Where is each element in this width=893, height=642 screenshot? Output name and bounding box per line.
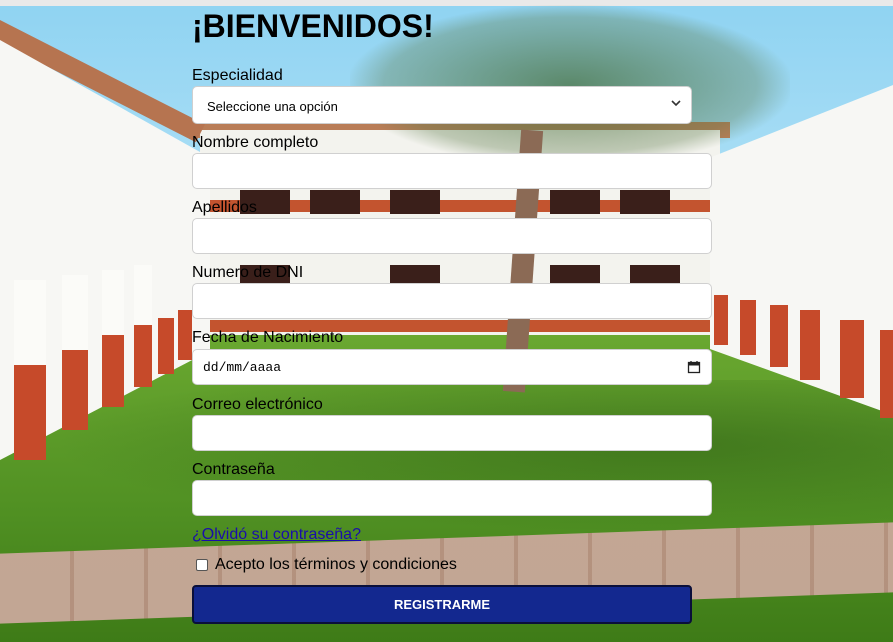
contrasena-label: Contraseña [192, 461, 275, 478]
contrasena-input[interactable] [192, 480, 712, 516]
especialidad-select[interactable]: Seleccione una opción [192, 86, 692, 124]
chevron-down-icon [671, 100, 681, 107]
apellidos-label: Apellidos [192, 199, 257, 216]
correo-input[interactable] [192, 415, 712, 451]
fecha-label: Fecha de Nacimiento [192, 329, 344, 346]
calendar-icon[interactable] [687, 360, 701, 374]
register-button[interactable]: REGISTRARME [192, 585, 692, 624]
tree-shadow [0, 380, 893, 540]
dni-input[interactable] [192, 283, 712, 319]
apellidos-input[interactable] [192, 218, 712, 254]
terms-checkbox[interactable] [196, 559, 208, 571]
especialidad-selected-value: Seleccione una opción [207, 99, 338, 114]
dni-label: Numero de DNI [192, 264, 304, 281]
fecha-nacimiento-input[interactable]: dd/mm/aaaa [192, 349, 712, 385]
forgot-password-link[interactable]: ¿Olvidó su contraseña? [192, 526, 361, 544]
nombre-input[interactable] [192, 153, 712, 189]
nombre-label: Nombre completo [192, 134, 319, 151]
especialidad-label: Especialidad [192, 67, 283, 84]
page-title: ¡BIENVENIDOS! [192, 8, 434, 44]
date-placeholder: dd/mm/aaaa [203, 360, 282, 375]
correo-label: Correo electrónico [192, 396, 323, 413]
terms-label: Acepto los términos y condiciones [215, 556, 457, 573]
